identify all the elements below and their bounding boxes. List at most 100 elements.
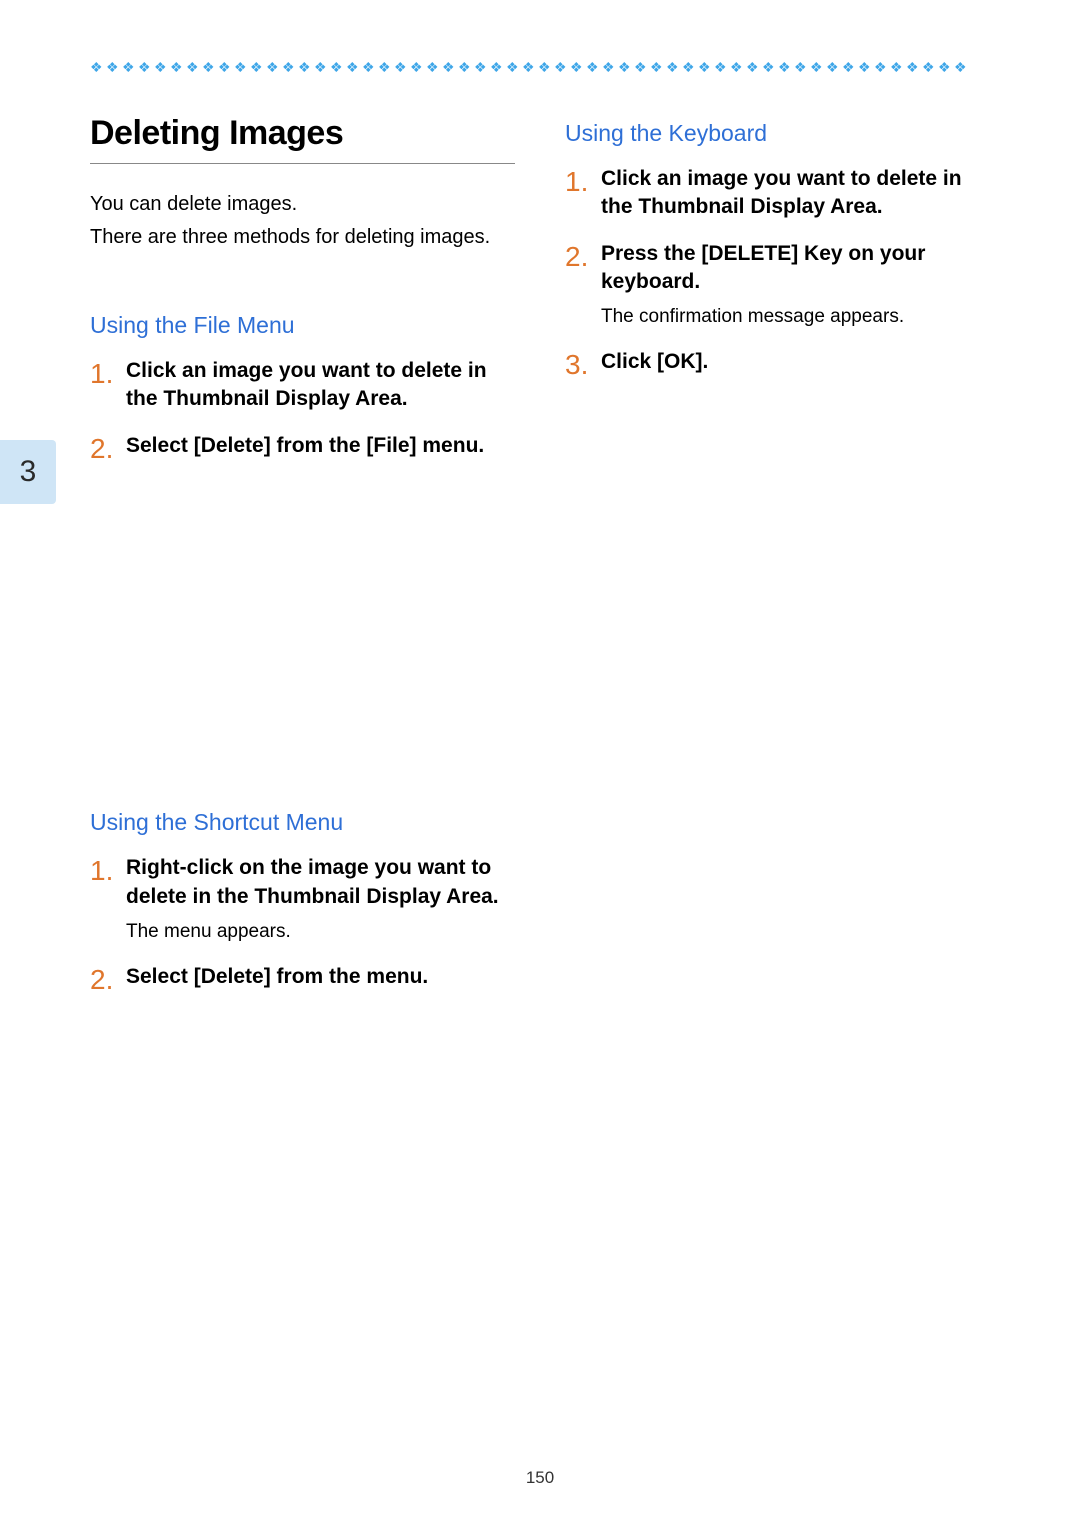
diamond-icon: ❖ (570, 60, 584, 74)
diamond-icon: ❖ (794, 60, 808, 74)
diamond-icon: ❖ (330, 60, 344, 74)
diamond-icon: ❖ (186, 60, 200, 74)
step-text: Click an image you want to delete in the… (601, 165, 990, 222)
step-text: Right-click on the image you want to del… (126, 854, 515, 944)
step-bold: Right-click on the image you want to del… (126, 854, 515, 911)
diamond-icon: ❖ (266, 60, 280, 74)
diamond-icon: ❖ (202, 60, 216, 74)
step-bold: Click an image you want to delete in the… (126, 357, 515, 414)
diamond-icon: ❖ (858, 60, 872, 74)
diamond-icon: ❖ (458, 60, 472, 74)
page: ❖❖❖❖❖❖❖❖❖❖❖❖❖❖❖❖❖❖❖❖❖❖❖❖❖❖❖❖❖❖❖❖❖❖❖❖❖❖❖❖… (0, 0, 1080, 1528)
diamond-icon: ❖ (250, 60, 264, 74)
step-bold: Select [Delete] from the menu. (126, 963, 428, 991)
diamond-icon: ❖ (938, 60, 952, 74)
diamond-icon: ❖ (506, 60, 520, 74)
step-item: 2. Press the [DELETE] Key on your keyboa… (565, 240, 990, 330)
page-heading: Deleting Images (90, 114, 515, 164)
diamond-icon: ❖ (906, 60, 920, 74)
diamond-icon: ❖ (234, 60, 248, 74)
step-number: 1. (90, 854, 126, 944)
step-text: Select [Delete] from the menu. (126, 963, 428, 997)
diamond-icon: ❖ (490, 60, 504, 74)
step-text: Click [OK]. (601, 348, 708, 382)
diamond-icon: ❖ (650, 60, 664, 74)
diamond-icon: ❖ (138, 60, 152, 74)
step-number: 1. (90, 357, 126, 414)
diamond-icon: ❖ (730, 60, 744, 74)
steps-shortcut-menu: 1. Right-click on the image you want to … (90, 854, 515, 996)
diamond-icon: ❖ (378, 60, 392, 74)
diamond-icon: ❖ (522, 60, 536, 74)
section-heading-keyboard: Using the Keyboard (565, 120, 990, 147)
diamond-icon: ❖ (826, 60, 840, 74)
diamond-icon: ❖ (746, 60, 760, 74)
left-column: Deleting Images You can delete images. T… (90, 114, 515, 1040)
step-item: 1. Click an image you want to delete in … (90, 357, 515, 414)
diamond-icon: ❖ (602, 60, 616, 74)
diamond-icon: ❖ (586, 60, 600, 74)
intro-line: There are three methods for deleting ima… (90, 223, 515, 252)
diamond-icon: ❖ (714, 60, 728, 74)
steps-keyboard: 1. Click an image you want to delete in … (565, 165, 990, 382)
step-number: 2. (565, 240, 601, 330)
section-heading-file-menu: Using the File Menu (90, 312, 515, 339)
diamond-icon: ❖ (314, 60, 328, 74)
chapter-number: 3 (20, 455, 37, 489)
step-item: 2. Select [Delete] from the [File] menu. (90, 432, 515, 466)
section-heading-shortcut-menu: Using the Shortcut Menu (90, 809, 515, 836)
diamond-icon: ❖ (474, 60, 488, 74)
layout-spacer (90, 509, 515, 809)
diamond-icon: ❖ (634, 60, 648, 74)
diamond-icon: ❖ (618, 60, 632, 74)
step-bold: Click an image you want to delete in the… (601, 165, 990, 222)
step-item: 1. Click an image you want to delete in … (565, 165, 990, 222)
step-note: The menu appears. (126, 919, 515, 945)
step-note: The confirmation message appears. (601, 304, 990, 330)
step-bold: Click [OK]. (601, 348, 708, 376)
diamond-icon: ❖ (298, 60, 312, 74)
diamond-icon: ❖ (410, 60, 424, 74)
step-number: 3. (565, 348, 601, 382)
diamond-icon: ❖ (682, 60, 696, 74)
diamond-icon: ❖ (218, 60, 232, 74)
step-bold: Select [Delete] from the [File] menu. (126, 432, 484, 460)
intro-text: You can delete images. There are three m… (90, 190, 515, 252)
diamond-icon: ❖ (346, 60, 360, 74)
diamond-icon: ❖ (122, 60, 136, 74)
diamond-icon: ❖ (762, 60, 776, 74)
step-number: 1. (565, 165, 601, 222)
diamond-icon: ❖ (282, 60, 296, 74)
diamond-icon: ❖ (954, 60, 968, 74)
step-item: 2. Select [Delete] from the menu. (90, 963, 515, 997)
page-number: 150 (0, 1468, 1080, 1488)
diamond-icon: ❖ (106, 60, 120, 74)
diamond-icon: ❖ (874, 60, 888, 74)
step-number: 2. (90, 963, 126, 997)
chapter-tab: 3 (0, 440, 56, 504)
diamond-icon: ❖ (170, 60, 184, 74)
diamond-icon: ❖ (778, 60, 792, 74)
diamond-icon: ❖ (442, 60, 456, 74)
step-number: 2. (90, 432, 126, 466)
diamond-icon: ❖ (362, 60, 376, 74)
diamond-icon: ❖ (426, 60, 440, 74)
diamond-icon: ❖ (90, 60, 104, 74)
step-text: Select [Delete] from the [File] menu. (126, 432, 484, 466)
diamond-icon: ❖ (890, 60, 904, 74)
step-bold: Press the [DELETE] Key on your keyboard. (601, 240, 990, 297)
diamond-icon: ❖ (922, 60, 936, 74)
diamond-icon: ❖ (154, 60, 168, 74)
diamond-icon: ❖ (538, 60, 552, 74)
step-text: Click an image you want to delete in the… (126, 357, 515, 414)
intro-line: You can delete images. (90, 190, 515, 219)
step-item: 1. Right-click on the image you want to … (90, 854, 515, 944)
diamond-icon: ❖ (810, 60, 824, 74)
right-column: Using the Keyboard 1. Click an image you… (565, 114, 990, 1040)
diamond-icon: ❖ (394, 60, 408, 74)
diamond-icon: ❖ (666, 60, 680, 74)
decorative-diamond-bar: ❖❖❖❖❖❖❖❖❖❖❖❖❖❖❖❖❖❖❖❖❖❖❖❖❖❖❖❖❖❖❖❖❖❖❖❖❖❖❖❖… (90, 60, 990, 74)
diamond-icon: ❖ (554, 60, 568, 74)
step-text: Press the [DELETE] Key on your keyboard.… (601, 240, 990, 330)
content-columns: Deleting Images You can delete images. T… (90, 114, 990, 1040)
